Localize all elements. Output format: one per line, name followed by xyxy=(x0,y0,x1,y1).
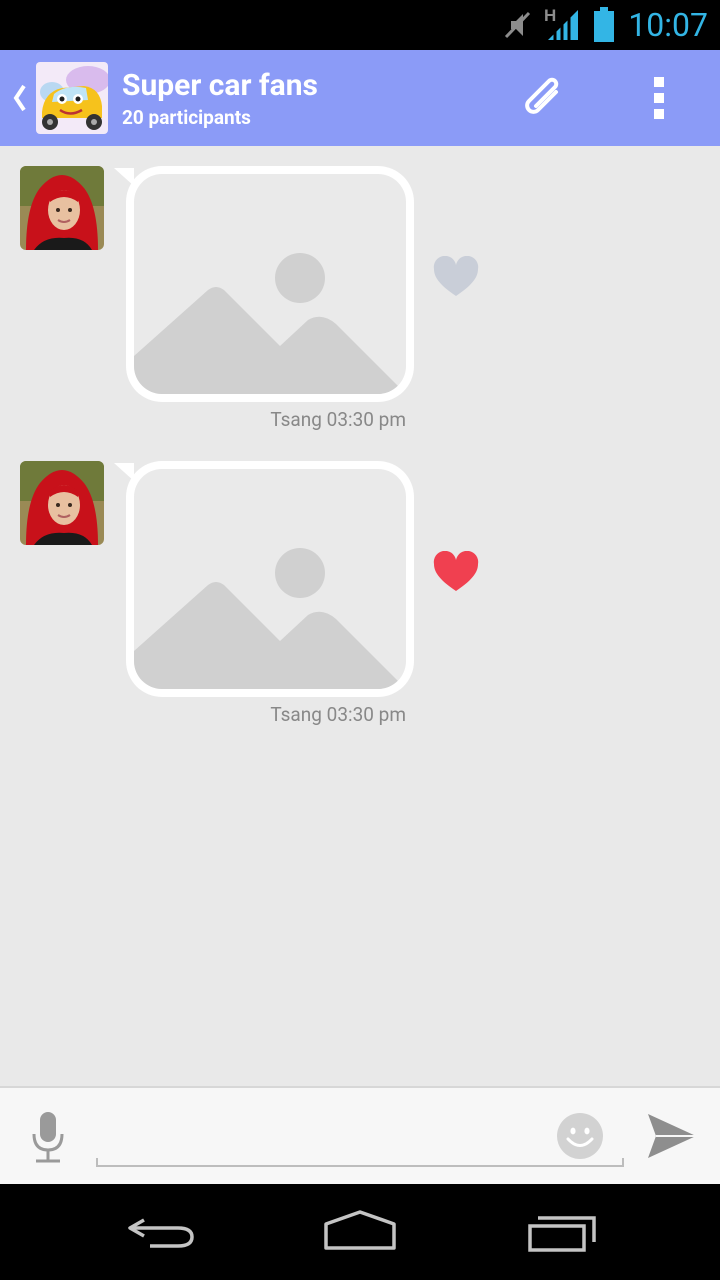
signal-icon xyxy=(548,10,578,41)
message-item: Tsang 03:30 pm xyxy=(0,461,720,731)
back-icon[interactable] xyxy=(120,1206,200,1256)
recent-apps-icon[interactable] xyxy=(522,1206,602,1256)
status-bar: H 10:07 xyxy=(0,0,720,50)
send-icon[interactable] xyxy=(644,1110,700,1162)
navigation-bar xyxy=(0,1184,720,1280)
group-avatar[interactable] xyxy=(36,62,108,134)
battery-icon xyxy=(594,7,614,42)
avatar[interactable] xyxy=(20,461,104,545)
status-time: 10:07 xyxy=(628,6,708,44)
action-bar: Super car fans 20 participants xyxy=(0,50,720,146)
message-meta: Tsang 03:30 pm xyxy=(270,408,406,431)
mute-icon xyxy=(504,11,531,39)
chat-title: Super car fans xyxy=(122,68,318,103)
compose-bar xyxy=(0,1086,720,1186)
message-meta: Tsang 03:30 pm xyxy=(270,703,406,726)
mic-icon[interactable] xyxy=(30,1110,66,1164)
message-item: Tsang 03:30 pm xyxy=(0,166,720,436)
heart-icon-unliked[interactable] xyxy=(432,256,480,300)
input-underline xyxy=(96,1158,624,1167)
home-icon[interactable] xyxy=(320,1206,400,1256)
image-message-bubble[interactable] xyxy=(112,166,414,402)
smiley-icon[interactable] xyxy=(556,1112,604,1160)
heart-icon-liked[interactable] xyxy=(432,551,480,595)
attach-icon[interactable] xyxy=(516,72,572,124)
participants-count: 20 participants xyxy=(122,106,251,129)
avatar[interactable] xyxy=(20,166,104,250)
message-input[interactable] xyxy=(96,1106,622,1166)
back-chevron-icon[interactable] xyxy=(8,80,32,116)
overflow-menu-icon[interactable] xyxy=(636,72,684,124)
image-message-bubble[interactable] xyxy=(112,461,414,697)
